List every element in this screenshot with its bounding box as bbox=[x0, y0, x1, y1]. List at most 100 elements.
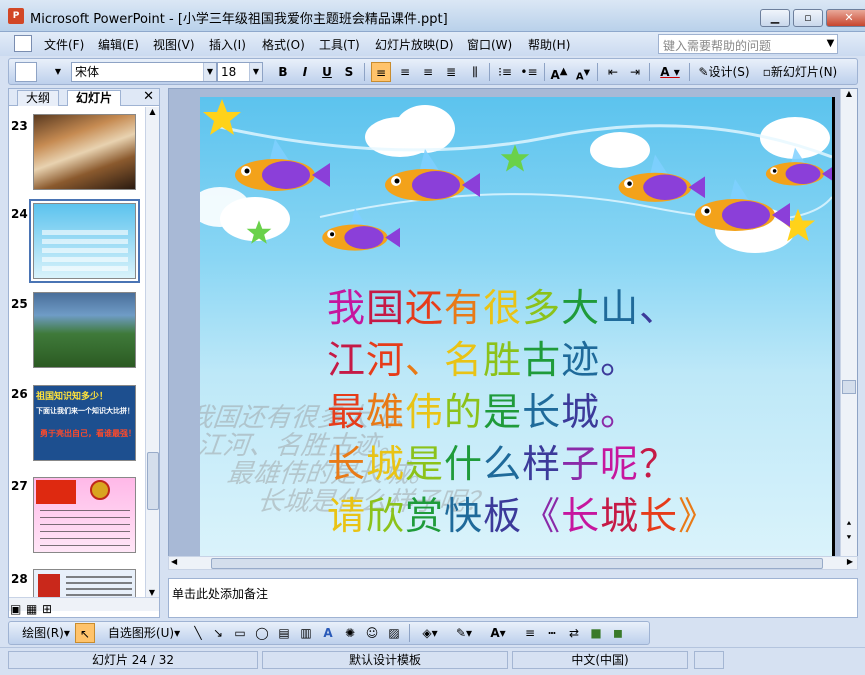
shadow-icon[interactable]: S bbox=[340, 62, 358, 82]
italic-icon[interactable]: I bbox=[296, 62, 314, 82]
poem-char: 大 bbox=[561, 286, 601, 330]
slide-h-scrollbar[interactable]: ◀ ▶ bbox=[168, 556, 858, 570]
font-size-select[interactable]: 18 ▼ bbox=[217, 62, 263, 82]
3d-style-icon[interactable]: ◼ bbox=[609, 623, 627, 643]
help-search-input[interactable]: 键入需要帮助的问题 bbox=[658, 34, 838, 54]
align-center-icon[interactable]: ≡ bbox=[395, 62, 415, 82]
new-document-icon[interactable] bbox=[15, 62, 37, 82]
maximize-button[interactable]: ▫ bbox=[793, 9, 823, 27]
line-style-icon[interactable]: ≡ bbox=[521, 623, 539, 643]
poem-line-4[interactable]: 长城是什么样子呢？ bbox=[327, 433, 678, 488]
arrow-tool-icon[interactable]: ↘ bbox=[209, 623, 227, 643]
slide-thumbnail-28[interactable] bbox=[33, 569, 136, 597]
menu-file[interactable]: 文件(F) bbox=[44, 36, 84, 53]
poem-line-1[interactable]: 我国还有很多大山、 bbox=[327, 277, 678, 332]
align-left-icon[interactable]: ≡ bbox=[371, 62, 391, 82]
star-icon bbox=[203, 99, 241, 135]
numbering-icon[interactable]: ⁝≡ bbox=[495, 62, 515, 82]
poem-line-5[interactable]: 请欣赏快板《长城长》 bbox=[327, 485, 717, 540]
document-menu-icon[interactable] bbox=[14, 35, 32, 52]
next-slide-icon[interactable]: ⯆ bbox=[841, 533, 857, 543]
picture-icon[interactable]: ▨ bbox=[385, 623, 403, 643]
justify-icon[interactable]: ≣ bbox=[441, 62, 461, 82]
scroll-up-icon[interactable]: ▲ bbox=[146, 107, 159, 116]
increase-font-icon[interactable]: A▲ bbox=[549, 62, 569, 82]
slide-thumbnail-26[interactable]: 祖国知识知多少！ 下面让我们来一个知识大比拼！ 勇于亮出自己，看谁最强！ bbox=[33, 385, 136, 461]
current-slide[interactable]: 我国还有很多大山、 江河、名胜古迹。 最雄伟的是长城。 长城是什么样子呢？ 我国… bbox=[200, 97, 832, 557]
arrow-style-icon[interactable]: ⇄ bbox=[565, 623, 583, 643]
menu-help[interactable]: 帮助(H) bbox=[528, 36, 570, 53]
slide-number: 23 bbox=[11, 119, 28, 133]
menu-window[interactable]: 窗口(W) bbox=[467, 36, 512, 53]
font-color-icon[interactable]: A ▾ bbox=[655, 62, 685, 82]
fill-color-icon[interactable]: ◈▾ bbox=[415, 623, 445, 643]
toolbar-options-icon[interactable]: ▼ bbox=[53, 62, 63, 82]
scroll-up-icon[interactable]: ▲ bbox=[841, 89, 857, 98]
autoshape-menu-button[interactable]: 自选图形(U)▾ bbox=[105, 623, 183, 643]
powerpoint-app-icon[interactable]: P bbox=[8, 8, 24, 24]
scroll-right-icon[interactable]: ▶ bbox=[847, 557, 853, 566]
pane-tabs: 大纲 幻灯片 ✕ bbox=[9, 89, 159, 106]
slide-thumbnail-27[interactable] bbox=[33, 477, 136, 553]
poem-char: 请 bbox=[327, 494, 367, 538]
rectangle-tool-icon[interactable]: ▭ bbox=[231, 623, 249, 643]
tab-outline[interactable]: 大纲 bbox=[17, 90, 60, 106]
decrease-indent-icon[interactable]: ⇤ bbox=[603, 62, 623, 82]
thumbnail-scrollbar[interactable]: ▲ ▼ bbox=[145, 107, 159, 597]
prev-slide-icon[interactable]: ⯅ bbox=[841, 519, 857, 529]
decrease-font-icon[interactable]: A▼ bbox=[573, 62, 593, 82]
dash-style-icon[interactable]: ┅ bbox=[543, 623, 561, 643]
shadow-style-icon[interactable]: ■ bbox=[587, 623, 605, 643]
textbox-tool-icon[interactable]: ▤ bbox=[275, 623, 293, 643]
scroll-left-icon[interactable]: ◀ bbox=[171, 557, 177, 566]
menu-edit[interactable]: 编辑(E) bbox=[98, 36, 139, 53]
increase-indent-icon[interactable]: ⇥ bbox=[625, 62, 645, 82]
sorter-view-icon[interactable]: ▦ bbox=[26, 602, 37, 616]
size-dropdown-icon[interactable]: ▼ bbox=[249, 63, 262, 81]
slide-thumbnail-23[interactable] bbox=[33, 114, 136, 190]
clipart-icon[interactable]: ☺ bbox=[363, 623, 381, 643]
bold-icon[interactable]: B bbox=[274, 62, 292, 82]
poem-line-2[interactable]: 江河、名胜古迹。 bbox=[327, 329, 639, 384]
menu-format[interactable]: 格式(O) bbox=[262, 36, 305, 53]
slideshow-view-icon[interactable]: ⊞ bbox=[42, 602, 52, 616]
title-bar: P Microsoft PowerPoint - [小学三年级祖国我爱你主题班会… bbox=[0, 0, 865, 32]
notes-pane[interactable]: 单击此处添加备注 bbox=[168, 578, 858, 618]
minimize-button[interactable]: ▁ bbox=[760, 9, 790, 27]
menu-slideshow[interactable]: 幻灯片放映(D) bbox=[375, 36, 454, 53]
distribute-icon[interactable]: ⫼ bbox=[465, 62, 485, 82]
wordart-icon[interactable]: A bbox=[319, 623, 337, 643]
font-name-select[interactable]: 宋体 ▼ bbox=[71, 62, 217, 82]
poem-line-3[interactable]: 最雄伟的是长城。 bbox=[327, 381, 639, 436]
font-dropdown-icon[interactable]: ▼ bbox=[203, 63, 216, 81]
underline-icon[interactable]: U bbox=[318, 62, 336, 82]
scroll-thumb[interactable] bbox=[147, 452, 159, 510]
design-button[interactable]: ✎设计(S) bbox=[693, 62, 755, 82]
slide-thumbnail-25[interactable] bbox=[33, 292, 136, 368]
new-slide-button[interactable]: ▫新幻灯片(N) bbox=[757, 62, 843, 82]
tab-slides[interactable]: 幻灯片 bbox=[67, 90, 122, 106]
close-pane-icon[interactable]: ✕ bbox=[143, 89, 154, 104]
draw-menu-button[interactable]: 绘图(R)▾ bbox=[19, 623, 73, 643]
menu-tools[interactable]: 工具(T) bbox=[319, 36, 360, 53]
vertical-textbox-icon[interactable]: ▥ bbox=[297, 623, 315, 643]
align-right-icon[interactable]: ≡ bbox=[418, 62, 438, 82]
line-tool-icon[interactable]: ╲ bbox=[189, 623, 207, 643]
select-pointer-icon[interactable]: ↖ bbox=[75, 623, 95, 643]
oval-tool-icon[interactable]: ◯ bbox=[253, 623, 271, 643]
help-dropdown-icon[interactable]: ▼ bbox=[823, 34, 838, 54]
text-color-icon[interactable]: A▾ bbox=[483, 623, 513, 643]
normal-view-icon[interactable]: ▣ bbox=[10, 602, 21, 616]
scroll-down-icon[interactable]: ▼ bbox=[146, 588, 158, 597]
menu-insert[interactable]: 插入(I) bbox=[209, 36, 246, 53]
slide-v-scrollbar[interactable]: ▲ ⯅ ⯆ bbox=[840, 89, 857, 557]
diagram-icon[interactable]: ✺ bbox=[341, 623, 359, 643]
bullets-icon[interactable]: •≡ bbox=[519, 62, 539, 82]
scroll-thumb[interactable] bbox=[211, 558, 823, 569]
line-color-icon[interactable]: ✎▾ bbox=[449, 623, 479, 643]
scroll-thumb[interactable] bbox=[842, 380, 856, 394]
slide-thumbnail-24[interactable] bbox=[29, 199, 140, 283]
flying-fish-icon bbox=[765, 147, 832, 186]
close-button[interactable]: ✕ bbox=[826, 9, 865, 27]
menu-view[interactable]: 视图(V) bbox=[153, 36, 195, 53]
